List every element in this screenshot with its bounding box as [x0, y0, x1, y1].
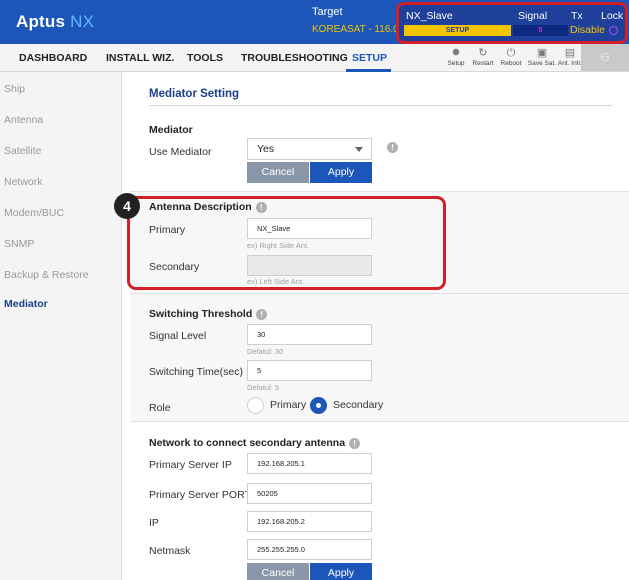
tx-label: Tx: [571, 10, 583, 22]
warning-icon: !: [387, 142, 398, 153]
role-label: Role: [149, 402, 171, 414]
ip-label: IP: [149, 517, 159, 529]
page-title: Mediator Setting: [149, 88, 240, 100]
primary-server-ip-input[interactable]: 192.168.205.1: [247, 453, 372, 474]
use-mediator-select[interactable]: Yes: [247, 138, 372, 160]
logo-main: Aptus: [16, 12, 66, 31]
switching-time-input[interactable]: 5: [247, 360, 372, 381]
netmask-input[interactable]: 255.255.255.0: [247, 539, 372, 560]
network-cancel-button[interactable]: Cancel: [247, 563, 309, 580]
info-icon[interactable]: !: [349, 437, 361, 449]
switching-threshold-text: Switching Threshold: [149, 308, 253, 320]
role-primary-radio[interactable]: [247, 397, 264, 414]
sidebar-item-network[interactable]: Network: [4, 176, 43, 188]
primary-server-port-input[interactable]: 50205: [247, 483, 372, 504]
primary-server-ip-label: Primary Server IP: [149, 459, 232, 471]
switching-time-hint: Defatul: 5: [247, 383, 280, 392]
sidebar: Ship Antenna Satellite Network Modem/BUC…: [0, 72, 122, 580]
tab-tools[interactable]: TOOLS: [187, 52, 223, 64]
lock-status-icon: [609, 26, 618, 35]
sidebar-item-antenna[interactable]: Antenna: [4, 114, 43, 126]
sidebar-item-ship[interactable]: Ship: [4, 83, 25, 95]
tab-dashboard[interactable]: DASHBOARD: [19, 52, 87, 64]
title-divider: [149, 105, 612, 106]
tab-troubleshooting[interactable]: TROUBLESHOOTING: [241, 52, 348, 64]
target-label: Target: [312, 6, 343, 18]
switching-time-label: Switching Time(sec): [149, 366, 243, 378]
signal-bar: 0: [513, 25, 568, 36]
network-section-text: Network to connect secondary antenna: [149, 437, 346, 449]
signal-level-label: Signal Level: [149, 330, 207, 342]
lock-label: Lock: [601, 10, 624, 22]
top-bar: Aptus NX Target KOREASAT - 116.0°(E) NX_…: [0, 0, 629, 44]
antenna-name: NX_Slave: [406, 10, 453, 22]
primary-server-port-label: Primary Server PORT: [149, 489, 251, 501]
netmask-label: Netmask: [149, 545, 191, 557]
mediator-cancel-button[interactable]: Cancel: [247, 162, 309, 183]
mode-badge: SETUP: [404, 25, 511, 36]
sidebar-item-modem-buc[interactable]: Modem/BUC: [4, 207, 64, 219]
network-apply-button[interactable]: Apply: [310, 563, 372, 580]
sidebar-item-satellite[interactable]: Satellite: [4, 145, 41, 157]
main-content: Mediator Setting Mediator Use Mediator Y…: [130, 72, 629, 580]
user-menu-button[interactable]: ⚇: [581, 44, 629, 71]
mediator-apply-button[interactable]: Apply: [310, 162, 372, 183]
use-mediator-label: Use Mediator: [149, 146, 212, 158]
chevron-down-icon: [355, 147, 363, 152]
tx-status: Disable: [570, 24, 606, 36]
step-number-badge: 4: [114, 193, 140, 219]
sidebar-item-mediator[interactable]: Mediator: [4, 298, 48, 310]
highlight-callout: [127, 196, 446, 290]
ip-input[interactable]: 192.168.205.2: [247, 511, 372, 532]
tab-install-wiz[interactable]: INSTALL WIZ.: [106, 52, 174, 64]
role-secondary-label: Secondary: [333, 399, 384, 411]
network-section-title: Network to connect secondary antenna!: [149, 437, 361, 449]
main-nav: DASHBOARD INSTALL WIZ. TOOLS TROUBLESHOO…: [0, 44, 629, 72]
role-secondary-radio[interactable]: [310, 397, 327, 414]
mediator-section-title: Mediator: [149, 124, 193, 136]
logo-accent: NX: [70, 12, 95, 31]
sidebar-item-snmp[interactable]: SNMP: [4, 238, 34, 250]
role-primary-label: Primary: [270, 399, 307, 411]
user-icon: ⚇: [600, 52, 610, 64]
tab-setup[interactable]: SETUP: [352, 52, 387, 64]
signal-level-hint: Defatul: 30: [247, 347, 284, 356]
signal-label: Signal: [518, 10, 548, 22]
sidebar-item-backup-restore[interactable]: Backup & Restore: [4, 269, 89, 281]
status-panel: NX_Slave Signal Tx Lock SETUP 0 Disable: [396, 2, 628, 44]
info-icon[interactable]: !: [256, 308, 268, 320]
network-section: Network to connect secondary antenna! Pr…: [130, 421, 629, 580]
switching-threshold-title: Switching Threshold!: [149, 308, 268, 320]
switching-threshold-section: Switching Threshold! Signal Level 30 Def…: [130, 293, 629, 421]
signal-level-input[interactable]: 30: [247, 324, 372, 345]
app-logo[interactable]: Aptus NX: [16, 12, 94, 32]
use-mediator-value: Yes: [257, 143, 275, 155]
